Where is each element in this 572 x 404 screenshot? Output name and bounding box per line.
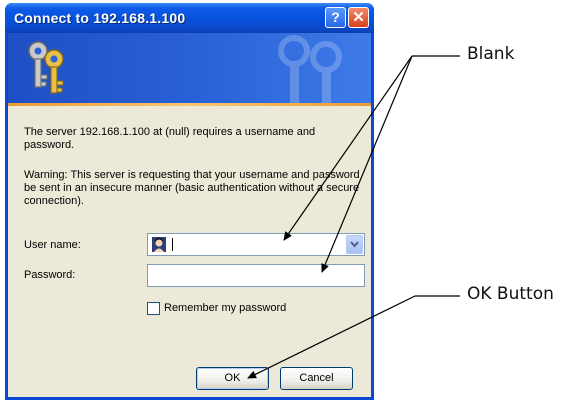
ok-button-annotation-label: OK Button [467, 284, 554, 304]
blank-callout-lines [283, 55, 460, 273]
ok-callout-lines [247, 295, 460, 379]
blank-annotation-label: Blank [467, 44, 515, 64]
